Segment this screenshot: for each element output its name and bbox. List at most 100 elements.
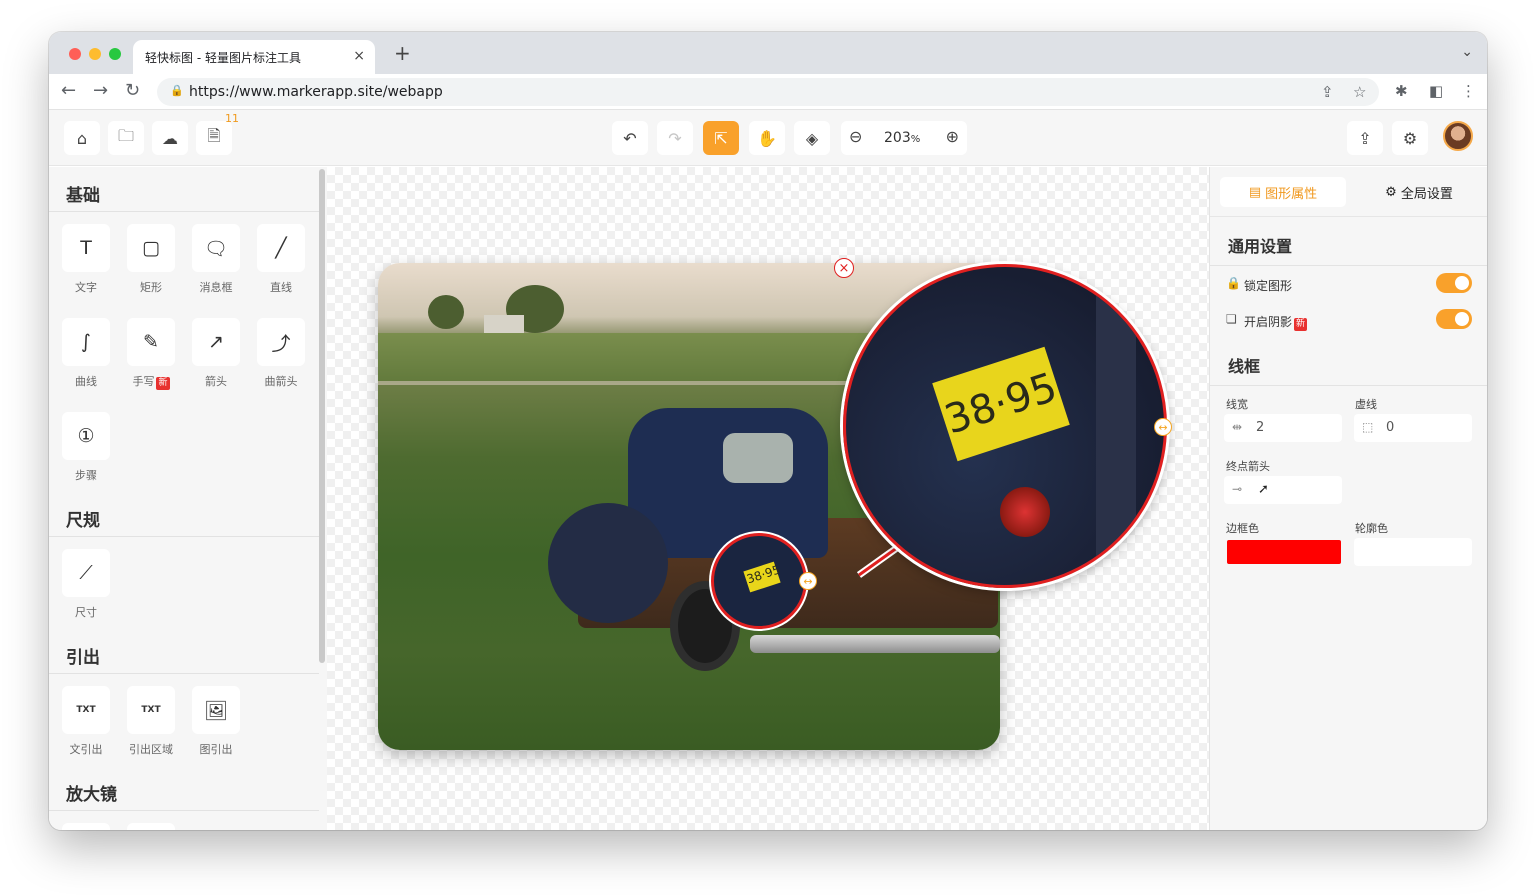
tool-label: 矩形 [140, 281, 162, 294]
dimension-tool-button[interactable]: ⟋ [62, 549, 110, 597]
omnibox[interactable]: 🔒 https://www.markerapp.site/webapp ⇪ ☆ [157, 78, 1379, 106]
zoom-value: 203 [884, 130, 911, 146]
outline-color-swatch[interactable] [1354, 538, 1472, 566]
line-width-label: 线宽 [1226, 398, 1248, 411]
cloud-upload-button[interactable]: ☁ [152, 121, 188, 155]
shadow-label: 开启阴影新 [1244, 313, 1308, 331]
share-icon[interactable]: ⇪ [1321, 83, 1334, 101]
section-divider [49, 536, 319, 537]
avatar[interactable] [1443, 121, 1473, 151]
history-button[interactable]: 🗎 [196, 121, 232, 155]
image-callout-icon: 🖼 [203, 699, 229, 722]
new-tab-button[interactable]: + [394, 43, 411, 63]
list-icon: ▤ [1248, 184, 1262, 200]
browser-menu-icon[interactable]: ⋮ [1461, 82, 1476, 100]
section-title-callout: 引出 [66, 648, 100, 668]
end-arrow-select[interactable]: ⊸ ➚ [1224, 476, 1342, 504]
shadow-toggle[interactable] [1436, 309, 1472, 329]
new-badge: 新 [1294, 318, 1308, 331]
undo-button[interactable]: ↶ [612, 121, 648, 155]
select-tool-button[interactable]: ⇱ [703, 121, 739, 155]
line-width-input[interactable]: ⇹ 2 [1224, 414, 1342, 442]
magnifier-tool-button[interactable] [62, 823, 110, 830]
dash-icon: ⬚ [1362, 420, 1374, 434]
reload-icon[interactable]: ↻ [125, 82, 140, 100]
speech-bubble-icon: 🗨 [203, 237, 229, 260]
section-title-ruler: 尺规 [66, 511, 100, 531]
maximize-window-button[interactable] [109, 48, 121, 60]
history-count-badge: 11 [225, 112, 239, 125]
license-plate-zoomed: 38·95 [932, 346, 1070, 462]
photo-house [484, 315, 524, 333]
tab-title: 轻快标图 - 轻量图片标注工具 [145, 51, 301, 65]
step-tool-button[interactable]: ① [62, 412, 110, 460]
stroke-section-title: 线框 [1228, 357, 1261, 376]
browser-tab[interactable]: 轻快标图 - 轻量图片标注工具 × [133, 40, 375, 74]
magnifier-tool-button[interactable] [127, 823, 175, 830]
resize-handle-icon[interactable]: ↔ [1154, 418, 1172, 436]
curve-tool-button[interactable]: ∫ [62, 318, 110, 366]
close-window-button[interactable] [69, 48, 81, 60]
tab-strip: 轻快标图 - 轻量图片标注工具 × + ⌄ [49, 32, 1487, 74]
redo-button[interactable]: ↷ [657, 121, 693, 155]
zoom-in-icon[interactable]: ⊕ [946, 127, 959, 146]
tool-panel-scrollbar[interactable] [319, 169, 325, 663]
delete-shape-icon[interactable]: × [834, 258, 854, 278]
resize-handle-icon[interactable]: ↔ [799, 572, 817, 590]
tab-shape-properties[interactable]: ▤ 图形属性 [1220, 177, 1346, 207]
bookmark-star-icon[interactable]: ☆ [1353, 83, 1366, 101]
photo-truck-fender [548, 503, 668, 623]
minimize-window-button[interactable] [89, 48, 101, 60]
callout-region-tool-button[interactable]: TXT [127, 686, 175, 734]
canvas[interactable]: 38·95 ↔ 38·95 × ↔ [327, 167, 1209, 830]
dash-value: 0 [1386, 420, 1395, 435]
section-divider [49, 211, 319, 212]
magnifier-source-circle[interactable]: 38·95 [711, 533, 807, 629]
back-arrow-icon[interactable]: ← [61, 82, 76, 100]
arrow-tool-button[interactable]: ↗ [192, 318, 240, 366]
dash-label: 虚线 [1355, 398, 1377, 411]
text-tool-button[interactable]: T [62, 224, 110, 272]
rectangle-tool-button[interactable]: ▢ [127, 224, 175, 272]
curved-arrow-tool-button[interactable]: ⤴ [257, 318, 305, 366]
layers-button[interactable]: ◈ [794, 121, 830, 155]
handwriting-tool-button[interactable]: ✎ [127, 318, 175, 366]
tool-label-text: 手写 [132, 375, 155, 388]
layers-icon: ◈ [805, 128, 819, 148]
section-divider [49, 810, 319, 811]
home-button[interactable]: ⌂ [64, 121, 100, 155]
folder-plus-icon: 🗀 [117, 125, 134, 145]
zoom-level[interactable]: 203% [884, 130, 920, 146]
side-panel-icon[interactable]: ◧ [1429, 82, 1443, 100]
section-divider [1210, 385, 1487, 386]
line-tool-button[interactable]: ╱ [257, 224, 305, 272]
zoom-tail-reflector [1000, 487, 1050, 537]
tool-label: 曲线 [75, 375, 97, 388]
message-box-tool-button[interactable]: 🗨 [192, 224, 240, 272]
text-icon: T [80, 237, 92, 259]
text-callout-tool-button[interactable]: TXT [62, 686, 110, 734]
export-button[interactable]: ⇪ [1347, 121, 1383, 155]
image-callout-tool-button[interactable]: 🖼 [192, 686, 240, 734]
url-text[interactable]: https://www.markerapp.site/webapp [189, 84, 443, 100]
tab-close-icon[interactable]: × [353, 48, 365, 64]
end-arrow-label: 终点箭头 [1226, 460, 1270, 473]
pan-tool-button[interactable]: ✋ [749, 121, 785, 155]
dash-input[interactable]: ⬚ 0 [1354, 414, 1472, 442]
forward-arrow-icon[interactable]: → [93, 82, 108, 100]
extensions-puzzle-icon[interactable]: ✱ [1395, 82, 1408, 100]
border-color-swatch[interactable] [1227, 540, 1341, 564]
tool-label: 引出区域 [129, 743, 173, 756]
tool-label: 尺寸 [75, 606, 97, 619]
lock-shape-toggle[interactable] [1436, 273, 1472, 293]
tool-panel: 基础 T 文字 ▢ 矩形 🗨 消息框 ╱ 直线 ∫ 曲线 ✎ 手写新 ↗ 箭头 … [49, 167, 327, 830]
open-file-button[interactable]: 🗀 [108, 121, 144, 155]
tab-global-settings[interactable]: ⚙ 全局设置 [1360, 177, 1478, 207]
cloud-upload-icon: ☁ [162, 128, 178, 148]
redo-icon: ↷ [668, 128, 682, 148]
settings-button[interactable]: ⚙ [1392, 121, 1428, 155]
zoom-out-icon[interactable]: ⊖ [849, 127, 862, 146]
magnifier-zoom-circle[interactable]: 38·95 [843, 264, 1167, 588]
tab-search-chevron-icon[interactable]: ⌄ [1461, 44, 1473, 60]
home-icon: ⌂ [76, 128, 88, 148]
